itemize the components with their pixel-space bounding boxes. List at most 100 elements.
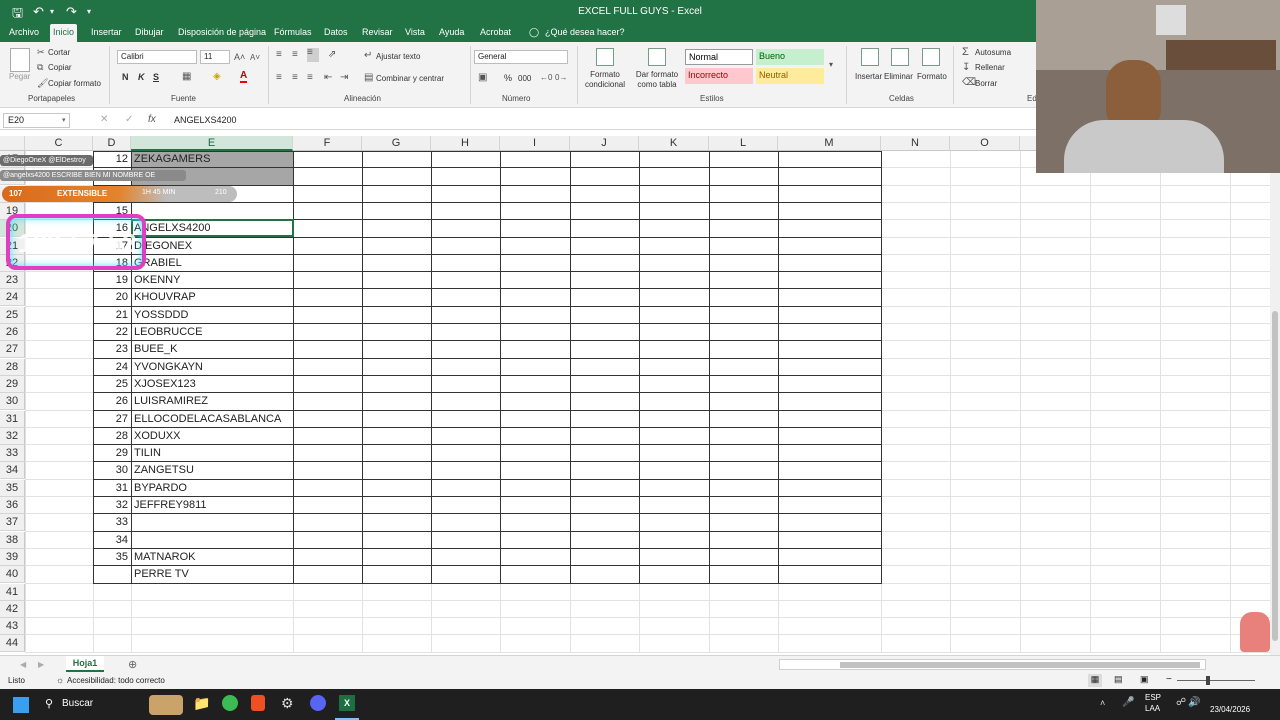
cell-d[interactable]: 34 [93,532,128,549]
cell-e[interactable] [134,601,292,618]
taskbar-search[interactable]: Buscar [62,698,93,709]
cell-e[interactable] [134,514,292,531]
fill-button[interactable]: Rellenar [975,63,1005,72]
column-header[interactable]: M [778,136,881,151]
cell-e[interactable] [134,203,292,220]
cell-d[interactable]: 32 [93,497,128,514]
cell-e[interactable]: YVONGKAYN [134,359,292,376]
volume-icon[interactable]: 🔊 [1188,697,1200,708]
page-break-view-icon[interactable]: ▣ [1140,674,1149,685]
column-header[interactable]: I [500,136,570,151]
cell-e[interactable]: TILIN [134,445,292,462]
row-header[interactable]: 31 [0,410,25,428]
row-header[interactable]: 33 [0,445,25,463]
row-header[interactable]: 30 [0,393,25,411]
tell-me-search[interactable]: ¿Qué desea hacer? [542,24,628,42]
row-header[interactable]: 34 [0,462,25,480]
windows-start-icon[interactable] [13,697,29,713]
cell-d[interactable]: 31 [93,480,128,497]
underline-button[interactable]: S [153,72,159,82]
column-header[interactable]: D [93,136,131,151]
insert-function-icon[interactable]: fx [148,114,156,125]
cell-d[interactable]: 24 [93,359,128,376]
row-header[interactable]: 32 [0,427,25,445]
align-center-icon[interactable]: ≡ [292,73,298,83]
cell-e[interactable]: YOSSDDD [134,307,292,324]
cell-e[interactable]: GRABIEL [134,255,292,272]
vertical-scrollbar[interactable] [1270,136,1280,655]
cell-e[interactable]: XJOSEX123 [134,376,292,393]
tab-acrobat[interactable]: Acrobat [477,24,514,42]
cut-button[interactable]: Cortar [48,48,70,57]
align-middle-icon[interactable]: ≡ [292,50,298,60]
cell-d[interactable] [93,601,128,618]
file-explorer-icon[interactable]: 📁 [193,695,210,712]
horizontal-scrollbar[interactable] [779,659,1206,670]
row-header[interactable]: 25 [0,306,25,324]
cell-e[interactable]: JEFFREY9811 [134,497,292,514]
styles-more-icon[interactable]: ▾ [829,60,833,70]
cell-e[interactable]: LUISRAMIREZ [134,393,292,410]
row-header[interactable]: 38 [0,531,25,549]
cell-d[interactable]: 33 [93,514,128,531]
cell-d[interactable]: 12 [93,151,128,168]
cell-e[interactable] [134,532,292,549]
autosum-button[interactable]: Autosuma [975,48,1011,57]
horizontal-scroll-thumb[interactable] [840,662,1200,668]
cell-d[interactable]: 22 [93,324,128,341]
column-header[interactable]: L [709,136,778,151]
copy-button[interactable]: Copiar [48,63,72,72]
tab-dibujar[interactable]: Dibujar [132,24,167,42]
tray-chevron-icon[interactable]: ˄ [1100,698,1105,708]
next-sheet-icon[interactable]: ▶ [38,660,44,669]
tab-inicio[interactable]: Inicio [50,24,78,42]
font-color-button[interactable]: A [240,71,248,83]
row-header[interactable]: 39 [0,548,25,566]
tab-vista[interactable]: Vista [402,24,428,42]
tab-ayuda[interactable]: Ayuda [436,24,467,42]
cell-e[interactable] [134,618,292,635]
style-bad[interactable]: Incorrecto [685,68,753,84]
sheet-tab-hoja1[interactable]: Hoja1 [66,656,104,672]
cell-e[interactable]: OKENNY [134,272,292,289]
cell-e[interactable]: BYPARDO [134,480,292,497]
excel-taskbar-icon[interactable]: X [339,695,355,711]
row-header[interactable]: 37 [0,514,25,532]
cell-d[interactable]: 27 [93,411,128,428]
cancel-icon[interactable]: ✕ [100,114,108,125]
column-header[interactable]: N [881,136,950,151]
chevron-down-icon[interactable]: ▾ [62,116,66,124]
merge-center-button[interactable]: Combinar y centrar [376,74,444,83]
cell-e[interactable] [134,635,292,652]
row-header[interactable]: 26 [0,324,25,341]
cell-e[interactable]: ZANGETSU [134,462,292,479]
cell-d[interactable] [93,618,128,635]
style-normal[interactable]: Normal [685,49,753,65]
cell-e[interactable]: BUEE_K [134,341,292,358]
formula-input[interactable]: ANGELXS4200 [174,115,237,125]
paste-icon[interactable] [10,48,30,72]
cell-e[interactable] [134,584,292,601]
add-sheet-icon[interactable]: ⊕ [128,658,137,671]
row-header[interactable]: 23 [0,272,25,290]
prev-sheet-icon[interactable]: ◀ [20,660,26,669]
paste-button[interactable]: Pegar [9,72,30,81]
conditional-format-button[interactable]: Formato condicional [581,70,629,90]
tab-datos[interactable]: Datos [321,24,351,42]
name-box[interactable]: E20 [3,113,70,128]
cell-d[interactable] [93,584,128,601]
column-header[interactable]: G [362,136,431,151]
row-header[interactable]: 43 [0,618,25,636]
settings-icon[interactable]: ⚙ [281,695,294,712]
microphone-icon[interactable]: 🎤 [1122,697,1134,708]
row-header[interactable]: 27 [0,341,25,359]
column-header[interactable]: K [639,136,709,151]
select-all-corner[interactable] [0,136,25,151]
enter-icon[interactable]: ✓ [125,114,133,125]
column-header[interactable]: O [950,136,1020,151]
language-bottom[interactable]: LAA [1145,704,1160,713]
decrease-decimal-icon[interactable]: 0→ [555,73,567,83]
cell-d[interactable]: 19 [93,272,128,289]
tab-insertar[interactable]: Insertar [88,24,125,42]
active-cell-selection[interactable] [131,219,294,238]
